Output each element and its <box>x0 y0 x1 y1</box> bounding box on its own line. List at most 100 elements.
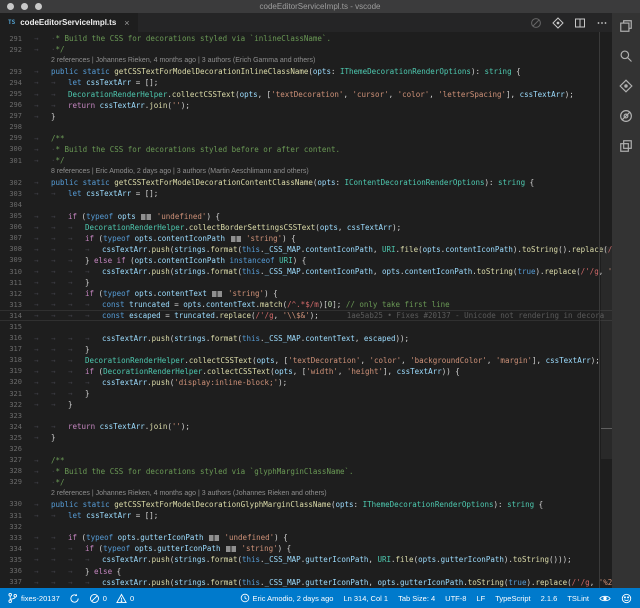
code-line-317[interactable]: 317→→→} <box>0 344 612 355</box>
code-line-293[interactable]: 293→public static getCSSTextForModelDeco… <box>0 66 612 77</box>
warning-count[interactable]: 0 <box>116 593 134 604</box>
activity-bar-item-files[interactable] <box>617 17 635 35</box>
code-line-296[interactable]: 296→→return cssTextArr.join(''); <box>0 100 612 111</box>
line-number[interactable]: 326 <box>0 445 22 453</box>
code-line-319[interactable]: 319→→→if (DecorationRenderHelper.collect… <box>0 366 612 377</box>
close-window-button[interactable] <box>7 3 14 10</box>
code-line-310[interactable]: 310→→→→cssTextArr.push(strings.format(th… <box>0 266 612 277</box>
code-line-318[interactable]: 318→→→DecorationRenderHelper.collectCSST… <box>0 355 612 366</box>
line-number[interactable]: 322 <box>0 401 22 409</box>
line-number[interactable]: 293 <box>0 68 22 76</box>
activity-bar-item-source-control[interactable] <box>617 77 635 95</box>
code-line-324[interactable]: 324→→return cssTextArr.join(''); <box>0 421 612 432</box>
line-number[interactable]: 336 <box>0 567 22 575</box>
code-line-329[interactable]: 329→·*/ <box>0 477 612 488</box>
code-line-304[interactable]: 304 <box>0 199 612 210</box>
code-line-314[interactable]: 314→→→→const escaped = truncated.replace… <box>0 310 612 321</box>
tslint-eye-button[interactable] <box>599 593 611 604</box>
code-line-336[interactable]: 336→→→} else { <box>0 566 612 577</box>
tab-codeeditorserviceimpl[interactable]: TS codeEditorServiceImpl.ts × <box>0 13 138 32</box>
line-number[interactable]: 337 <box>0 578 22 586</box>
line-number[interactable]: 304 <box>0 201 22 209</box>
code-line-325[interactable]: 325→} <box>0 432 612 443</box>
git-compare-button[interactable] <box>551 16 564 29</box>
line-number[interactable]: 299 <box>0 134 22 142</box>
line-number[interactable]: 334 <box>0 545 22 553</box>
sync-button[interactable] <box>69 593 80 604</box>
line-number[interactable]: 295 <box>0 90 22 98</box>
code-line-330[interactable]: 330→public static getCSSTextForModelDeco… <box>0 499 612 510</box>
code-line-305[interactable]: 305→→if (typeof opts 'undefined') { <box>0 211 612 222</box>
code-line-328[interactable]: 328→·* Build the CSS for decorations sty… <box>0 466 612 477</box>
code-line-323[interactable]: 323 <box>0 410 612 421</box>
code-line-335[interactable]: 335→→→→cssTextArr.push(strings.format(th… <box>0 554 612 565</box>
line-number[interactable]: 292 <box>0 46 22 54</box>
code-line-302[interactable]: 302→public static getCSSTextForModelDeco… <box>0 177 612 188</box>
line-number[interactable]: 301 <box>0 157 22 165</box>
line-number[interactable]: 330 <box>0 500 22 508</box>
line-number[interactable]: 302 <box>0 179 22 187</box>
code-line-299[interactable]: 299→/** <box>0 133 612 144</box>
code-line-313[interactable]: 313→→→→const truncated = opts.contentTex… <box>0 299 612 310</box>
line-number[interactable]: 315 <box>0 323 22 331</box>
typescript-version[interactable]: 2.1.6 <box>541 594 558 603</box>
line-number[interactable]: 332 <box>0 523 22 531</box>
cursor-position[interactable]: Ln 314, Col 1 <box>343 594 388 603</box>
code-line-306[interactable]: 306→→→DecorationRenderHelper.collectBord… <box>0 222 612 233</box>
line-number[interactable]: 308 <box>0 245 22 253</box>
code-line-300[interactable]: 300→·* Build the CSS for decorations sty… <box>0 144 612 155</box>
line-number[interactable]: 306 <box>0 223 22 231</box>
line-number[interactable]: 316 <box>0 334 22 342</box>
line-number[interactable]: 319 <box>0 367 22 375</box>
minimize-window-button[interactable] <box>21 3 28 10</box>
code-line-326[interactable]: 326 <box>0 443 612 454</box>
code-line-331[interactable]: 331→→let cssTextArr = []; <box>0 510 612 521</box>
line-number[interactable]: 296 <box>0 101 22 109</box>
code-line-311[interactable]: 311→→→} <box>0 277 612 288</box>
line-number[interactable]: 303 <box>0 190 22 198</box>
code-line-327[interactable]: 327→/** <box>0 455 612 466</box>
activity-bar-item-debug-disabled[interactable] <box>617 107 635 125</box>
line-number[interactable]: 309 <box>0 256 22 264</box>
code-line-295[interactable]: 295→→DecorationRenderHelper.collectCSSTe… <box>0 88 612 99</box>
line-number[interactable]: 298 <box>0 123 22 131</box>
code-line-309[interactable]: 309→→→} else if (opts.contentIconPath in… <box>0 255 612 266</box>
code-line-307[interactable]: 307→→→if (typeof opts.contentIconPath 's… <box>0 233 612 244</box>
code-line-312[interactable]: 312→→→if (typeof opts.contentText 'strin… <box>0 288 612 299</box>
feedback-button[interactable] <box>621 593 632 604</box>
line-number[interactable]: 331 <box>0 512 22 520</box>
code-line-301[interactable]: 301→·*/ <box>0 155 612 166</box>
line-number[interactable]: 314 <box>0 312 22 320</box>
line-number[interactable]: 333 <box>0 534 22 542</box>
line-number[interactable]: 324 <box>0 423 22 431</box>
language-mode[interactable]: TypeScript <box>495 594 530 603</box>
line-number[interactable]: 323 <box>0 412 22 420</box>
code-line-298[interactable]: 298 <box>0 122 612 133</box>
code-line-321[interactable]: 321→→→} <box>0 388 612 399</box>
line-number[interactable]: 297 <box>0 112 22 120</box>
code-line-320[interactable]: 320→→→→cssTextArr.push('display:inline-b… <box>0 377 612 388</box>
line-number[interactable]: 328 <box>0 467 22 475</box>
code-line-322[interactable]: 322→→} <box>0 399 612 410</box>
eol-indicator[interactable]: LF <box>476 594 485 603</box>
line-number[interactable]: 321 <box>0 390 22 398</box>
code-line-337[interactable]: 337→→→→cssTextArr.push(strings.format(th… <box>0 577 612 588</box>
activity-bar-item-extensions[interactable] <box>617 137 635 155</box>
code-line-297[interactable]: 297→} <box>0 111 612 122</box>
code-line-292[interactable]: 292→·*/ <box>0 44 612 55</box>
code-line-294[interactable]: 294→→let cssTextArr = []; <box>0 77 612 88</box>
line-number[interactable]: 325 <box>0 434 22 442</box>
codelens[interactable]: 2 references | Johannes Rieken, 4 months… <box>0 488 612 499</box>
editor[interactable]: 291→·* Build the CSS for decorations sty… <box>0 32 612 588</box>
line-number[interactable]: 320 <box>0 378 22 386</box>
editor-scrollbar[interactable] <box>599 32 612 588</box>
line-number[interactable]: 317 <box>0 345 22 353</box>
encoding-indicator[interactable]: UTF-8 <box>445 594 466 603</box>
line-number[interactable]: 335 <box>0 556 22 564</box>
line-number[interactable]: 291 <box>0 35 22 43</box>
error-count[interactable]: 0 <box>89 593 107 604</box>
branch-indicator[interactable]: fixes-20137 <box>7 592 60 604</box>
tslint-status[interactable]: TSLint <box>567 594 589 603</box>
split-editor-button[interactable] <box>573 16 586 29</box>
line-number[interactable]: 294 <box>0 79 22 87</box>
